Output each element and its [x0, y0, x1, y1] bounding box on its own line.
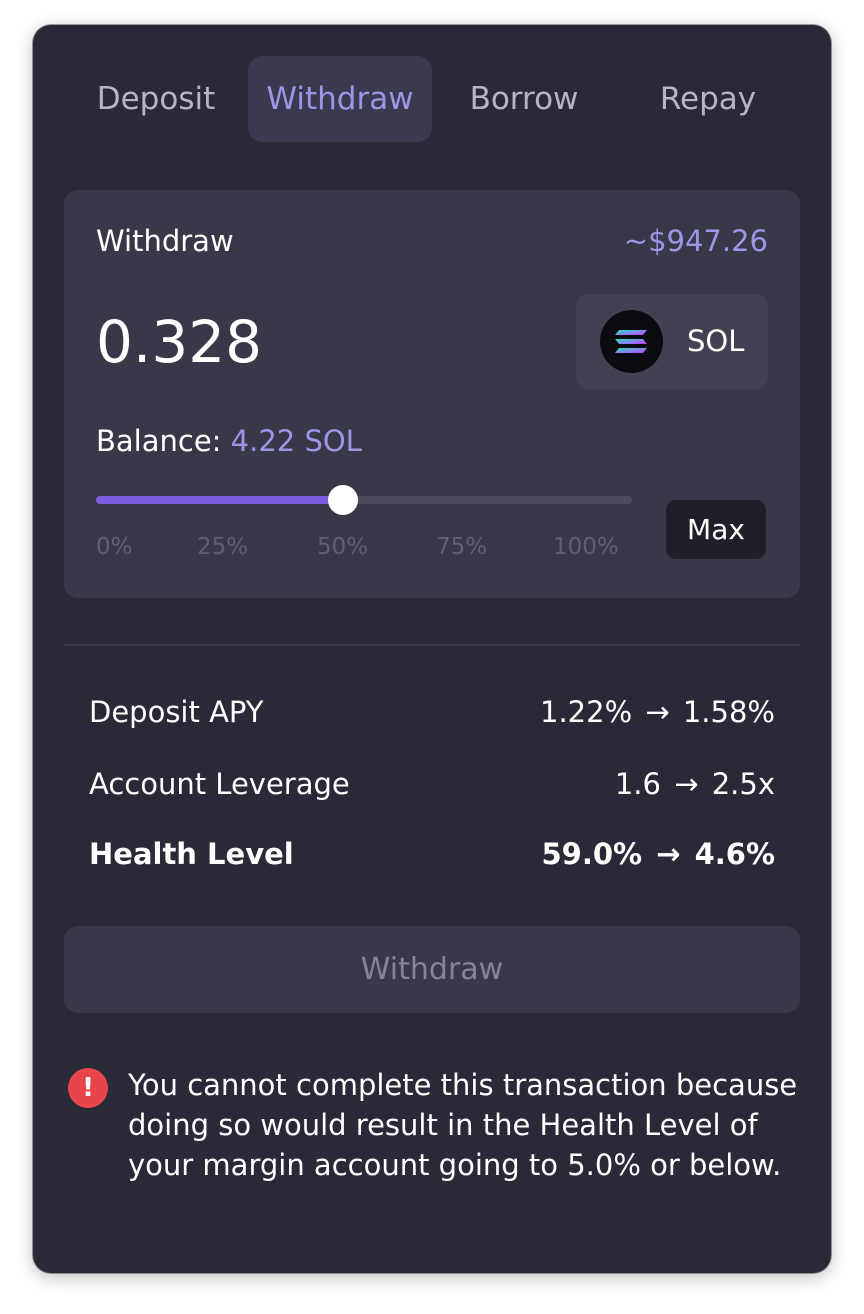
usd-value: ~$947.26: [623, 224, 768, 258]
error-message: You cannot complete this transaction bec…: [128, 1068, 798, 1182]
balance-label: Balance:: [96, 424, 222, 458]
slider-tick-100[interactable]: 100%: [553, 534, 619, 560]
stat-health-level: Health Level 59.0% → 4.6%: [89, 837, 775, 877]
tab-borrow[interactable]: Borrow: [432, 56, 616, 142]
withdraw-input-card: Withdraw ~$947.26 SO: [64, 190, 800, 598]
slider-tick-75[interactable]: 75%: [436, 534, 487, 560]
error-exclamation-icon: !: [68, 1068, 108, 1108]
max-button[interactable]: Max: [666, 500, 766, 559]
slider-tick-0[interactable]: 0%: [96, 534, 133, 560]
amount-slider[interactable]: [96, 485, 632, 515]
divider: [64, 644, 800, 646]
tab-deposit[interactable]: Deposit: [64, 56, 248, 142]
stat-value: 1.22% → 1.58%: [540, 695, 775, 729]
balance-value: 4.22 SOL: [230, 424, 362, 458]
token-symbol: SOL: [687, 324, 745, 358]
token-selector[interactable]: SOL: [576, 294, 768, 389]
amount-input[interactable]: [96, 302, 536, 382]
stat-label: Health Level: [89, 837, 294, 871]
slider-tick-25[interactable]: 25%: [197, 534, 248, 560]
stat-value: 1.6 → 2.5x: [614, 767, 775, 801]
action-tabs: Deposit Withdraw Borrow Repay: [64, 56, 800, 142]
slider-fill: [96, 496, 343, 504]
slider-thumb[interactable]: [328, 485, 358, 515]
withdraw-submit-button[interactable]: Withdraw: [64, 926, 800, 1013]
balance: Balance: 4.22 SOL: [96, 424, 362, 458]
solana-logo-icon: [600, 310, 663, 373]
stat-value: 59.0% → 4.6%: [541, 837, 775, 871]
stat-label: Deposit APY: [89, 695, 264, 729]
stat-account-leverage: Account Leverage 1.6 → 2.5x: [89, 767, 775, 807]
card-title: Withdraw: [96, 224, 234, 258]
stat-label: Account Leverage: [89, 767, 350, 801]
slider-tick-50[interactable]: 50%: [317, 534, 368, 560]
tab-repay[interactable]: Repay: [616, 56, 800, 142]
withdraw-panel: Deposit Withdraw Borrow Repay Withdraw ~…: [33, 25, 831, 1273]
tab-withdraw[interactable]: Withdraw: [248, 56, 432, 142]
stat-deposit-apy: Deposit APY 1.22% → 1.58%: [89, 695, 775, 735]
